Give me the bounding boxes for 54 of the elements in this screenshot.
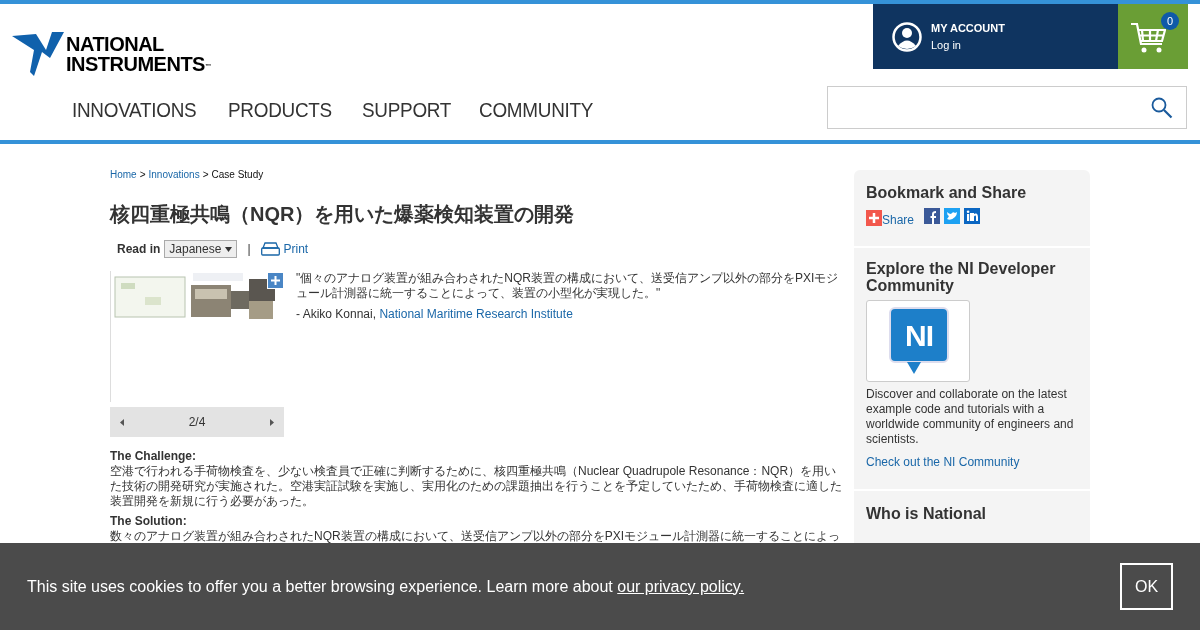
section-heading: The Solution: — [110, 514, 188, 529]
panel-title: Explore the NI Developer Community — [866, 260, 1057, 294]
section-text: 数々のアナログ装置が組み合わされたNQR装置の構成において、送受信アンプ以外の部分をPXIモジュール計測器に統一することによっ — [110, 529, 841, 544]
next-arrow-icon[interactable] — [270, 418, 274, 426]
facebook-icon[interactable] — [924, 208, 941, 224]
separator-text: | — [247, 241, 251, 258]
plus-icon — [271, 276, 280, 285]
account-panel[interactable]: MY ACCOUNT Log in — [873, 4, 1118, 69]
search-field[interactable] — [827, 86, 1187, 129]
nav-link[interactable]: COMMUNITY — [478, 94, 593, 126]
twitter-icon[interactable] — [944, 208, 961, 224]
cart-count-badge: 0 — [1161, 12, 1179, 30]
page-title: 核四重極共鳴（NQR）を用いた爆薬検知装置の開発 — [110, 202, 576, 227]
previous-arrow-icon[interactable] — [120, 418, 124, 426]
account-title: MY ACCOUNT — [931, 21, 1005, 36]
expand-button[interactable] — [267, 272, 284, 289]
panel-title: Who is National — [866, 504, 987, 524]
login-link[interactable]: Log in — [931, 36, 1005, 53]
cart-button[interactable]: 0 — [1118, 4, 1188, 69]
add-icon — [866, 210, 882, 226]
privacy-policy-link[interactable]: our privacy policy. — [617, 577, 745, 595]
linkedin-icon[interactable] — [964, 208, 981, 224]
language-select[interactable]: Japanese — [164, 240, 238, 258]
cart-icon — [1130, 22, 1166, 54]
breadcrumb-link[interactable]: Innovations — [148, 167, 200, 182]
breadcrumb-text: > — [202, 168, 209, 182]
quote-text: "個々のアナログ装置が組み合わされたNQR装置の構成において、送受信アンプ以外の部分をPXIモジュール計測器に統一することによって、装置の小型化が実現した。" — [296, 271, 840, 301]
caret-icon — [225, 246, 233, 252]
community-text: Discover and collaborate on the latest example code and tutorials with a worldwide community of engineers and scientists. — [866, 387, 1075, 447]
panel-title: Bookmark and Share — [866, 183, 1028, 203]
speech-tail-icon — [907, 362, 921, 374]
community-logo[interactable]: NI — [866, 300, 970, 382]
institute-link[interactable]: National Maritime Research Institute — [379, 307, 573, 321]
logo-text: NATIONAL INSTRUMENTS$^{™}$ — [66, 34, 211, 74]
ok-button[interactable]: OK — [1120, 563, 1173, 610]
breadcrumb-text: > — [139, 168, 146, 182]
section-text: 空港で行われる手荷物検査を、少ない検査員で正確に判断するために、核四重極共鳴（Nuclear Quadrupole Resonance：NQR）を用いた技術の開発研究が実施された。空港実証試験を実施し、実用化のための課題抽出を行うことを予定していたため、手荷物検査に適した装置開発を新規に行う必要があった。 — [110, 464, 842, 509]
section-heading: The Challenge: — [110, 449, 197, 464]
printer-icon — [260, 242, 280, 256]
community-link[interactable]: Check out the NI Community — [866, 453, 1078, 471]
page-counter: 2/4 — [188, 414, 206, 431]
read-in-label: Read in — [117, 241, 161, 258]
nav-link[interactable]: SUPPORT — [361, 94, 451, 126]
breadcrumb-text: Case Study — [211, 168, 264, 182]
nav-link[interactable]: INNOVATIONS — [72, 94, 197, 126]
search-icon — [1151, 97, 1173, 119]
user-icon — [892, 21, 922, 52]
nav-link[interactable]: PRODUCTS — [228, 94, 333, 126]
share-link[interactable]: Share — [882, 214, 915, 226]
quote-author: - Akiko Konnai, — [296, 307, 377, 321]
ni-logo-text: NI — [905, 317, 933, 354]
breadcrumb-link[interactable]: Home — [110, 167, 137, 182]
cookie-text: This site uses cookies to offer you a better browsing experience. Learn more about our privacy policy. — [27, 576, 745, 597]
print-link[interactable]: Print — [283, 240, 309, 258]
